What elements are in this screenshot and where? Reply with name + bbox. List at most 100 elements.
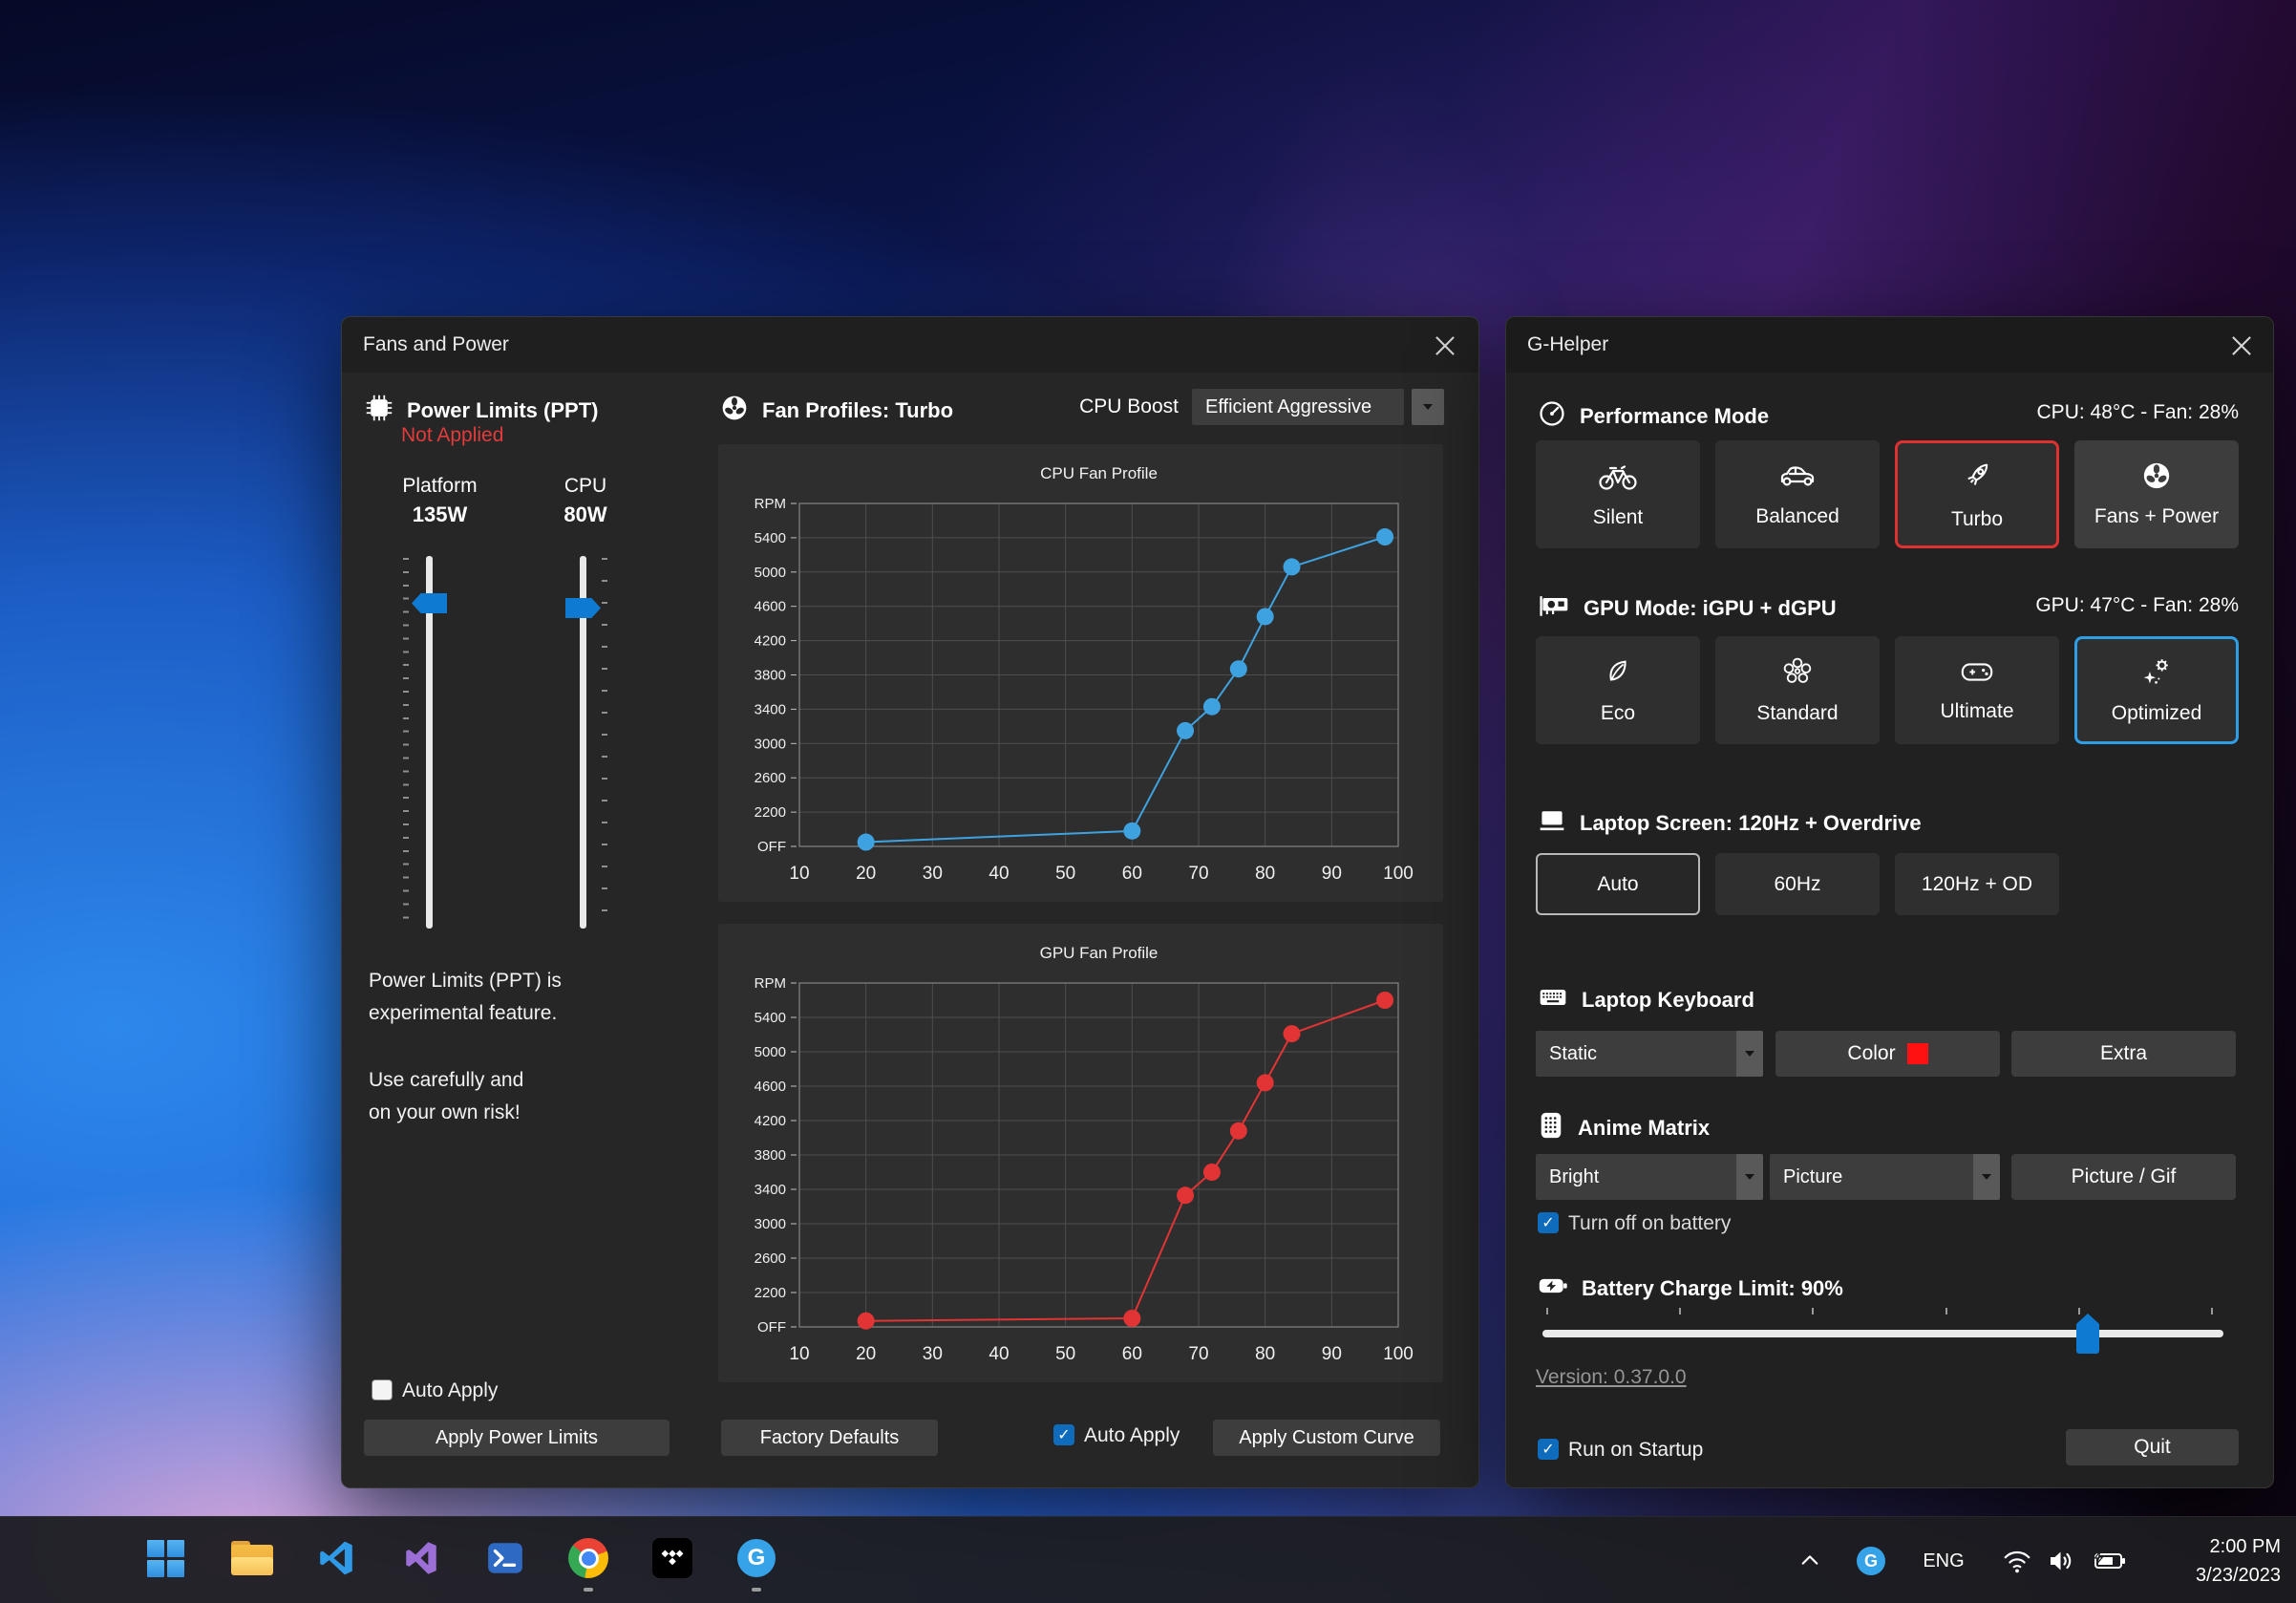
keyboard-color-swatch [1907, 1043, 1928, 1064]
battery-charge-slider[interactable] [1542, 1330, 2223, 1337]
gpu-fan-profile-chart[interactable]: GPU Fan ProfileOFF2200260030003400380042… [718, 924, 1443, 1382]
chevron-down-icon[interactable] [1736, 1154, 1763, 1200]
clock-time: 2:00 PM [2196, 1532, 2281, 1561]
svg-text:80: 80 [1255, 864, 1275, 884]
tray-battery[interactable] [2090, 1544, 2130, 1578]
taskbar-clock[interactable]: 2:00 PM 3/23/2023 [2196, 1532, 2281, 1590]
mode-button-fans-power[interactable]: Fans + Power [2074, 440, 2239, 548]
run-on-startup-label: Run on Startup [1568, 1439, 1703, 1462]
wifi-icon [2001, 1547, 2033, 1575]
tidal-icon [652, 1538, 692, 1578]
taskbar-vscode[interactable] [314, 1536, 358, 1580]
chrome-icon [568, 1538, 608, 1578]
power-limits-note-2: Use carefully and on your own risk! [369, 1064, 523, 1129]
keyboard-extra-button[interactable]: Extra [2011, 1031, 2236, 1077]
svg-text:20: 20 [856, 864, 876, 884]
matrix-mode-dropdown[interactable]: Picture [1770, 1154, 2000, 1200]
mode-button-silent[interactable]: Silent [1536, 440, 1700, 548]
ghelper-title: G-Helper [1527, 333, 1608, 356]
taskbar-file-explorer[interactable] [230, 1536, 274, 1580]
taskbar-visual-studio[interactable] [399, 1536, 443, 1580]
rocket-icon [1959, 458, 1995, 500]
svg-text:60: 60 [1122, 1344, 1142, 1364]
svg-text:100: 100 [1383, 864, 1414, 884]
keyboard-mode-dropdown[interactable]: Static [1536, 1031, 1763, 1077]
auto-apply-power-checkbox[interactable] [372, 1379, 393, 1400]
svg-text:30: 30 [923, 1344, 943, 1364]
battery-slider-thumb[interactable] [2076, 1314, 2099, 1354]
cpu-slider-label: CPU [528, 475, 643, 498]
visual-studio-icon [401, 1538, 441, 1578]
screen-button-120hz-od[interactable]: 120Hz + OD [1895, 853, 2059, 915]
laptop-screen-icon [1538, 808, 1566, 839]
keyboard-color-button[interactable]: Color [1775, 1031, 2000, 1077]
gpu-button-optimized[interactable]: Optimized [2074, 636, 2239, 744]
matrix-brightness-dropdown[interactable]: Bright [1536, 1154, 1763, 1200]
turn-off-on-battery-checkbox[interactable]: ✓ [1538, 1212, 1559, 1233]
fans-and-power-window: Fans and Power Power Limits (PPT) Not Ap… [341, 316, 1479, 1488]
gpu-button-standard[interactable]: Standard [1715, 636, 1880, 744]
tray-wifi[interactable] [2000, 1544, 2034, 1578]
svg-text:2600: 2600 [755, 770, 786, 786]
cpu-fan-profile-chart[interactable]: CPU Fan ProfileOFF2200260030003400380042… [718, 444, 1443, 902]
cpu-chip-icon [365, 394, 393, 428]
taskbar-tidal[interactable] [650, 1536, 694, 1580]
svg-text:3000: 3000 [755, 736, 786, 752]
cpu-slider-thumb[interactable] [565, 598, 601, 618]
svg-text:5400: 5400 [755, 1010, 786, 1026]
svg-text:4600: 4600 [755, 1079, 786, 1095]
tray-volume[interactable] [2044, 1544, 2080, 1578]
svg-text:10: 10 [789, 1344, 809, 1364]
svg-text:40: 40 [989, 864, 1009, 884]
svg-text:4600: 4600 [755, 599, 786, 615]
ghelper-titlebar[interactable]: G-Helper [1506, 317, 2273, 373]
version-link[interactable]: Version: 0.37.0.0 [1536, 1366, 1687, 1389]
apply-power-limits-button[interactable]: Apply Power Limits [364, 1420, 670, 1456]
taskbar-chrome[interactable] [566, 1536, 610, 1580]
auto-apply-curve-checkbox[interactable]: ✓ [1053, 1424, 1074, 1445]
screen-button-60hz[interactable]: 60Hz [1715, 853, 1880, 915]
start-button[interactable] [143, 1536, 187, 1580]
matrix-picture-gif-button[interactable]: Picture / Gif [2011, 1154, 2236, 1200]
power-limits-note-1: Power Limits (PPT) is experimental featu… [369, 965, 562, 1030]
taskbar-terminal[interactable] [483, 1536, 527, 1580]
power-limits-header: Power Limits (PPT) [365, 394, 598, 428]
fans-window-titlebar[interactable]: Fans and Power [342, 317, 1478, 373]
tray-ghelper[interactable]: G [1857, 1547, 1885, 1575]
screen-button-auto[interactable]: Auto [1536, 853, 1700, 915]
platform-slider-ticks [403, 558, 409, 929]
apply-custom-curve-button[interactable]: Apply Custom Curve [1213, 1420, 1440, 1456]
gpu-button-ultimate[interactable]: Ultimate [1895, 636, 2059, 744]
laptop-screen-header: Laptop Screen: 120Hz + Overdrive [1538, 808, 1922, 839]
mode-button-turbo[interactable]: Turbo [1895, 440, 2059, 548]
quit-button[interactable]: Quit [2066, 1429, 2239, 1465]
speedometer-icon [1538, 399, 1566, 434]
close-icon[interactable] [1433, 333, 1457, 358]
anime-matrix-header: Anime Matrix [1538, 1110, 1710, 1146]
tray-chevron-up[interactable] [1794, 1544, 1826, 1576]
svg-text:4200: 4200 [755, 1113, 786, 1129]
close-icon[interactable] [2229, 333, 2254, 358]
gpu-button-eco[interactable]: Eco [1536, 636, 1700, 744]
mode-button-balanced[interactable]: Balanced [1715, 440, 1880, 548]
platform-slider-label: Platform [380, 475, 500, 498]
run-on-startup-checkbox[interactable]: ✓ [1538, 1439, 1559, 1460]
tray-language[interactable]: ENG [1920, 1547, 1967, 1575]
chevron-down-icon[interactable] [1973, 1154, 2000, 1200]
platform-slider-thumb[interactable] [412, 593, 447, 613]
svg-text:5000: 5000 [755, 1044, 786, 1060]
turn-off-on-battery-label: Turn off on battery [1568, 1212, 1731, 1235]
cpu-boost-dropdown[interactable]: Efficient Aggressive [1192, 389, 1404, 425]
cpu-boost-dropdown-arrow[interactable] [1412, 389, 1444, 425]
svg-text:30: 30 [923, 864, 943, 884]
leaf-icon [1602, 655, 1634, 694]
terminal-icon [485, 1538, 525, 1578]
chrome-running-indicator [584, 1588, 593, 1592]
svg-text:RPM: RPM [755, 496, 786, 512]
taskbar-ghelper[interactable]: G [734, 1536, 778, 1580]
ghelper-icon: G [737, 1539, 776, 1577]
svg-text:2200: 2200 [755, 1285, 786, 1301]
chevron-down-icon[interactable] [1736, 1031, 1763, 1077]
ghelper-icon: G [1857, 1547, 1885, 1575]
factory-defaults-button[interactable]: Factory Defaults [721, 1420, 938, 1456]
